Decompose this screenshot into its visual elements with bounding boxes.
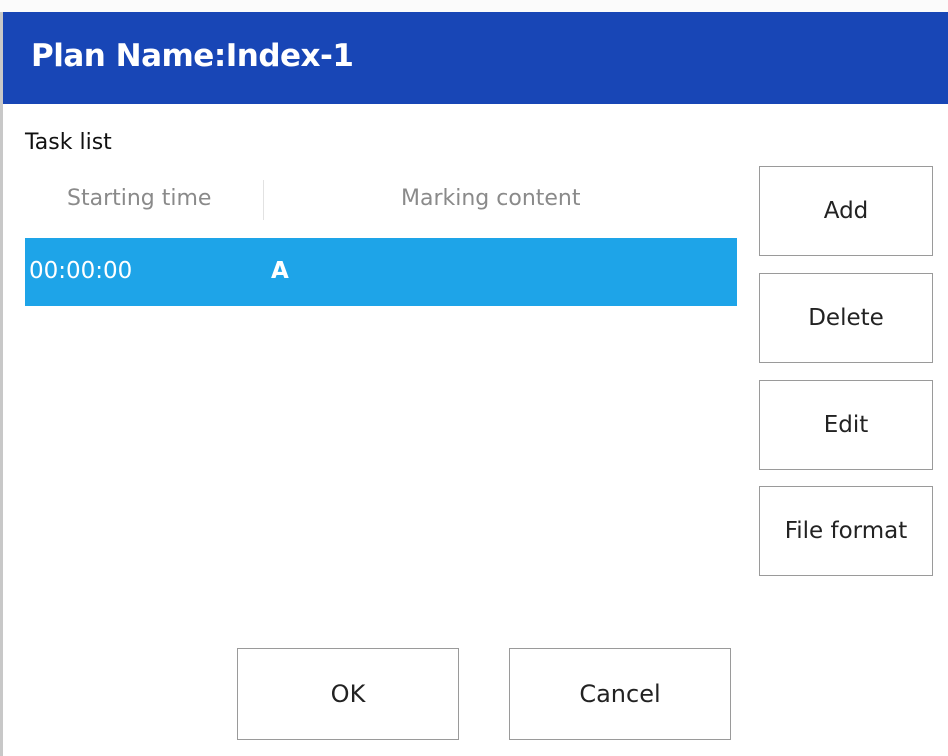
cell-starting-time: 00:00:00 <box>29 258 133 284</box>
column-header-marking-content[interactable]: Marking content <box>401 186 581 211</box>
plan-dialog: Plan Name:Index-1 Task list Starting tim… <box>0 12 948 756</box>
task-table: Starting time Marking content 00:00:00 A <box>25 172 737 632</box>
background-window-strip <box>0 0 948 12</box>
dialog-titlebar: Plan Name:Index-1 <box>3 12 948 104</box>
cancel-button[interactable]: Cancel <box>509 648 731 740</box>
column-header-starting-time[interactable]: Starting time <box>67 186 211 211</box>
ok-button[interactable]: OK <box>237 648 459 740</box>
table-row[interactable]: 00:00:00 A <box>25 238 737 306</box>
add-button[interactable]: Add <box>759 166 933 256</box>
file-format-button[interactable]: File format <box>759 486 933 576</box>
column-separator[interactable] <box>263 180 264 220</box>
task-list-label: Task list <box>25 130 112 155</box>
cell-marking-content: A <box>271 258 289 284</box>
delete-button[interactable]: Delete <box>759 273 933 363</box>
dialog-title: Plan Name:Index-1 <box>31 38 354 74</box>
table-header: Starting time Marking content <box>25 172 737 228</box>
edit-button[interactable]: Edit <box>759 380 933 470</box>
